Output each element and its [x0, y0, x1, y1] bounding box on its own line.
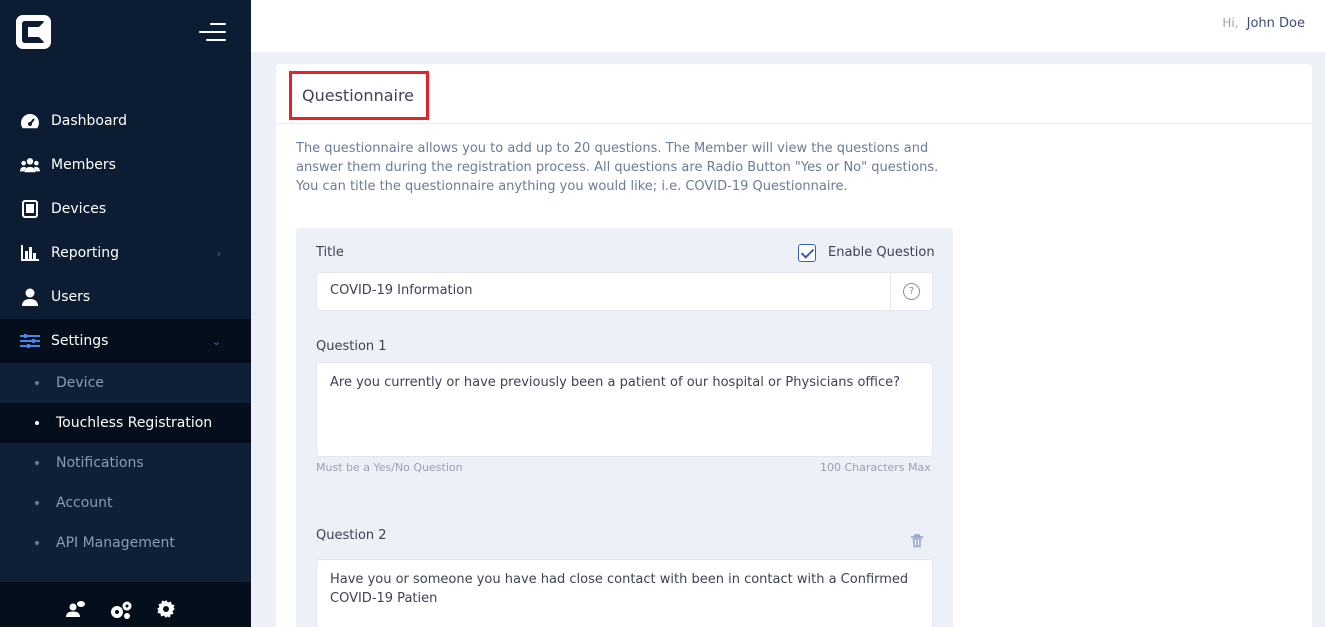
question-1-hint: Must be a Yes/No Question	[316, 461, 463, 474]
submenu-item-touchless-registration[interactable]: Touchless Registration	[0, 403, 251, 443]
sidebar-item-dashboard[interactable]: Dashboard	[0, 99, 251, 143]
top-bar: Hi, John Doe	[251, 0, 1325, 52]
menu-toggle-icon[interactable]	[199, 22, 226, 42]
bullet-icon	[35, 421, 39, 425]
sidebar-item-devices[interactable]: Devices	[0, 187, 251, 231]
enable-question-label: Enable Question	[828, 245, 935, 260]
sidebar-item-label: Dashboard	[51, 113, 127, 129]
user-icon	[20, 287, 40, 307]
user-greeting[interactable]: Hi, John Doe	[1222, 16, 1305, 31]
sidebar-item-users[interactable]: Users	[0, 275, 251, 319]
submenu-item-notifications[interactable]: Notifications	[0, 443, 251, 483]
sidebar-item-members[interactable]: Members	[0, 143, 251, 187]
page-title: Questionnaire	[289, 71, 429, 120]
question-2-textarea[interactable]: Have you or someone you have had close c…	[316, 559, 933, 627]
chevron-right-icon: ›	[216, 246, 221, 260]
question-1-char-limit: 100 Characters Max	[820, 461, 931, 474]
speedometer-icon	[20, 111, 40, 131]
users-icon	[20, 155, 40, 175]
sidebar-item-settings[interactable]: Settings ⌄	[0, 319, 251, 363]
bullet-icon	[35, 381, 39, 385]
question-mark-icon: ?	[903, 283, 920, 300]
trash-icon[interactable]	[910, 533, 924, 548]
card-header: Questionnaire	[276, 64, 1312, 124]
bullet-icon	[35, 461, 39, 465]
bullet-icon	[35, 541, 39, 545]
bullet-icon	[35, 501, 39, 505]
tablet-icon	[20, 199, 40, 219]
sidebar-item-label: Users	[51, 289, 91, 305]
user-name: John Doe	[1246, 16, 1305, 31]
help-button[interactable]: ?	[890, 272, 933, 311]
submenu-item-label: API Management	[56, 535, 175, 551]
submenu-item-account[interactable]: Account	[0, 483, 251, 523]
question-1-textarea[interactable]: Are you currently or have previously bee…	[316, 362, 933, 457]
questionnaire-form: Title Enable Question COVID-19 Informati…	[296, 228, 953, 627]
submenu-item-label: Device	[56, 375, 104, 391]
questionnaire-card: Questionnaire The questionnaire allows y…	[276, 64, 1312, 627]
title-label: Title	[316, 245, 344, 260]
submenu-item-label: Notifications	[56, 455, 144, 471]
gears-icon[interactable]	[109, 600, 133, 620]
enable-question-checkbox[interactable]	[798, 244, 816, 262]
greeting-prefix: Hi,	[1222, 16, 1239, 30]
settings-submenu: Device Touchless Registration Notificati…	[0, 363, 251, 583]
question-2-label: Question 2	[316, 528, 387, 543]
submenu-item-api-management[interactable]: API Management	[0, 523, 251, 563]
sidebar-footer	[0, 582, 251, 627]
questionnaire-description: The questionnaire allows you to add up t…	[296, 141, 939, 194]
gear-icon[interactable]	[157, 600, 177, 620]
chevron-down-icon: ⌄	[211, 334, 221, 348]
title-input[interactable]: COVID-19 Information	[316, 272, 891, 311]
sidebar-item-label: Settings	[51, 333, 109, 349]
sidebar-item-label: Reporting	[51, 245, 120, 261]
submenu-item-label: Account	[56, 495, 113, 511]
submenu-item-device[interactable]: Device	[0, 363, 251, 403]
sliders-icon	[20, 331, 40, 351]
sidebar-item-label: Devices	[51, 201, 107, 217]
submenu-item-label: Touchless Registration	[56, 415, 213, 431]
question-1-label: Question 1	[316, 339, 387, 354]
bar-chart-icon	[20, 243, 40, 263]
sidebar: Dashboard Members Devices Reporting › Us…	[0, 0, 251, 627]
app-logo[interactable]	[16, 15, 51, 49]
sidebar-item-label: Members	[51, 157, 116, 173]
sidebar-item-reporting[interactable]: Reporting ›	[0, 231, 251, 275]
user-chat-icon[interactable]	[66, 600, 86, 620]
